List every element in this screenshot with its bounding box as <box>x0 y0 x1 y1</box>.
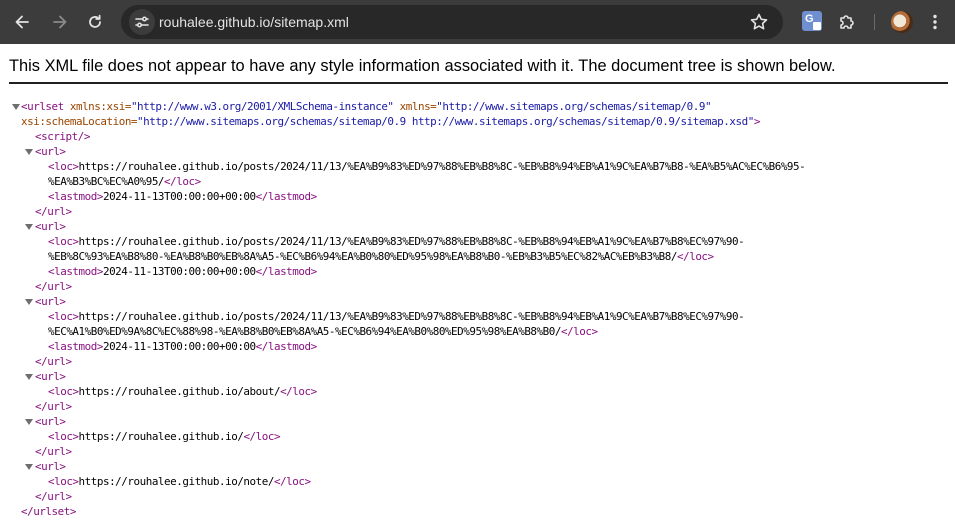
collapse-toggle-icon[interactable] <box>24 459 33 474</box>
puzzle-icon <box>840 15 854 29</box>
menu-button[interactable] <box>921 8 949 36</box>
browser-toolbar: rouhalee.github.io/sitemap.xml G <box>0 0 955 44</box>
lastmod-element: <lastmod>2024-11-13T00:00:00+00:00</last… <box>48 265 317 278</box>
back-button[interactable] <box>8 8 36 36</box>
collapse-toggle-icon[interactable] <box>24 144 33 159</box>
script-element: <script/> <box>35 130 90 143</box>
url-text[interactable]: rouhalee.github.io/sitemap.xml <box>159 5 349 39</box>
url-open-tag: <url> <box>35 460 66 473</box>
google-translate-icon[interactable]: G <box>802 11 822 31</box>
loc-element: <loc>https://rouhalee.github.io/</loc> <box>48 430 281 443</box>
page-content: This XML file does not appear to have an… <box>0 44 955 532</box>
bookmark-button[interactable] <box>749 12 769 36</box>
collapse-toggle-icon[interactable] <box>24 414 33 429</box>
lastmod-element: <lastmod>2024-11-13T00:00:00+00:00</last… <box>48 190 317 203</box>
loc-element: <loc>https://rouhalee.github.io/posts/20… <box>48 235 745 248</box>
address-bar[interactable]: rouhalee.github.io/sitemap.xml <box>121 5 783 39</box>
toolbar-separator <box>874 14 875 30</box>
collapse-toggle-icon[interactable] <box>11 99 20 114</box>
loc-element-cont: %EC%A1%B0%ED%9A%8C%EC%88%98-%EA%B8%B0%EB… <box>48 325 598 338</box>
tune-icon <box>135 16 149 28</box>
loc-element-cont: %EB%8C%93%EA%B8%80-%EA%B8%B0%EB%8A%A5-%E… <box>48 250 714 263</box>
urlset-open-line: <urlset xmlns:xsi="http://www.w3.org/200… <box>21 100 712 113</box>
lastmod-element: <lastmod>2024-11-13T00:00:00+00:00</last… <box>48 340 317 353</box>
url-open-tag: <url> <box>35 370 66 383</box>
url-open-tag: <url> <box>35 295 66 308</box>
loc-element: <loc>https://rouhalee.github.io/posts/20… <box>48 310 745 323</box>
loc-element-cont: %EA%B3%BC%EC%A0%95/</loc> <box>48 175 201 188</box>
loc-element: <loc>https://rouhalee.github.io/posts/20… <box>48 160 806 173</box>
reload-button[interactable] <box>81 8 109 36</box>
urlset-close-tag: </urlset> <box>21 505 76 518</box>
arrow-right-icon <box>53 15 67 29</box>
urlset-open-line-2: xsi:schemaLocation="http://www.sitemaps.… <box>21 115 760 128</box>
url-open-tag: <url> <box>35 220 66 233</box>
url-close-tag: </url> <box>35 490 72 503</box>
url-close-tag: </url> <box>35 400 72 413</box>
loc-element: <loc>https://rouhalee.github.io/about/</… <box>48 385 317 398</box>
url-open-tag: <url> <box>35 415 66 428</box>
url-close-tag: </url> <box>35 355 72 368</box>
url-close-tag: </url> <box>35 205 72 218</box>
site-info-button[interactable] <box>129 9 155 35</box>
url-open-tag: <url> <box>35 145 66 158</box>
url-close-tag: </url> <box>35 280 72 293</box>
collapse-toggle-icon[interactable] <box>24 369 33 384</box>
collapse-toggle-icon[interactable] <box>24 294 33 309</box>
collapse-toggle-icon[interactable] <box>24 219 33 234</box>
star-icon <box>750 13 768 30</box>
url-close-tag: </url> <box>35 445 72 458</box>
xml-style-notice: This XML file does not appear to have an… <box>9 57 948 84</box>
reload-icon <box>89 14 101 28</box>
loc-element: <loc>https://rouhalee.github.io/note/</l… <box>48 475 311 488</box>
forward-button[interactable] <box>46 8 74 36</box>
kebab-menu-icon <box>933 14 937 30</box>
arrow-left-icon <box>15 15 29 29</box>
avatar[interactable] <box>891 11 913 33</box>
extensions-button[interactable] <box>833 8 861 36</box>
